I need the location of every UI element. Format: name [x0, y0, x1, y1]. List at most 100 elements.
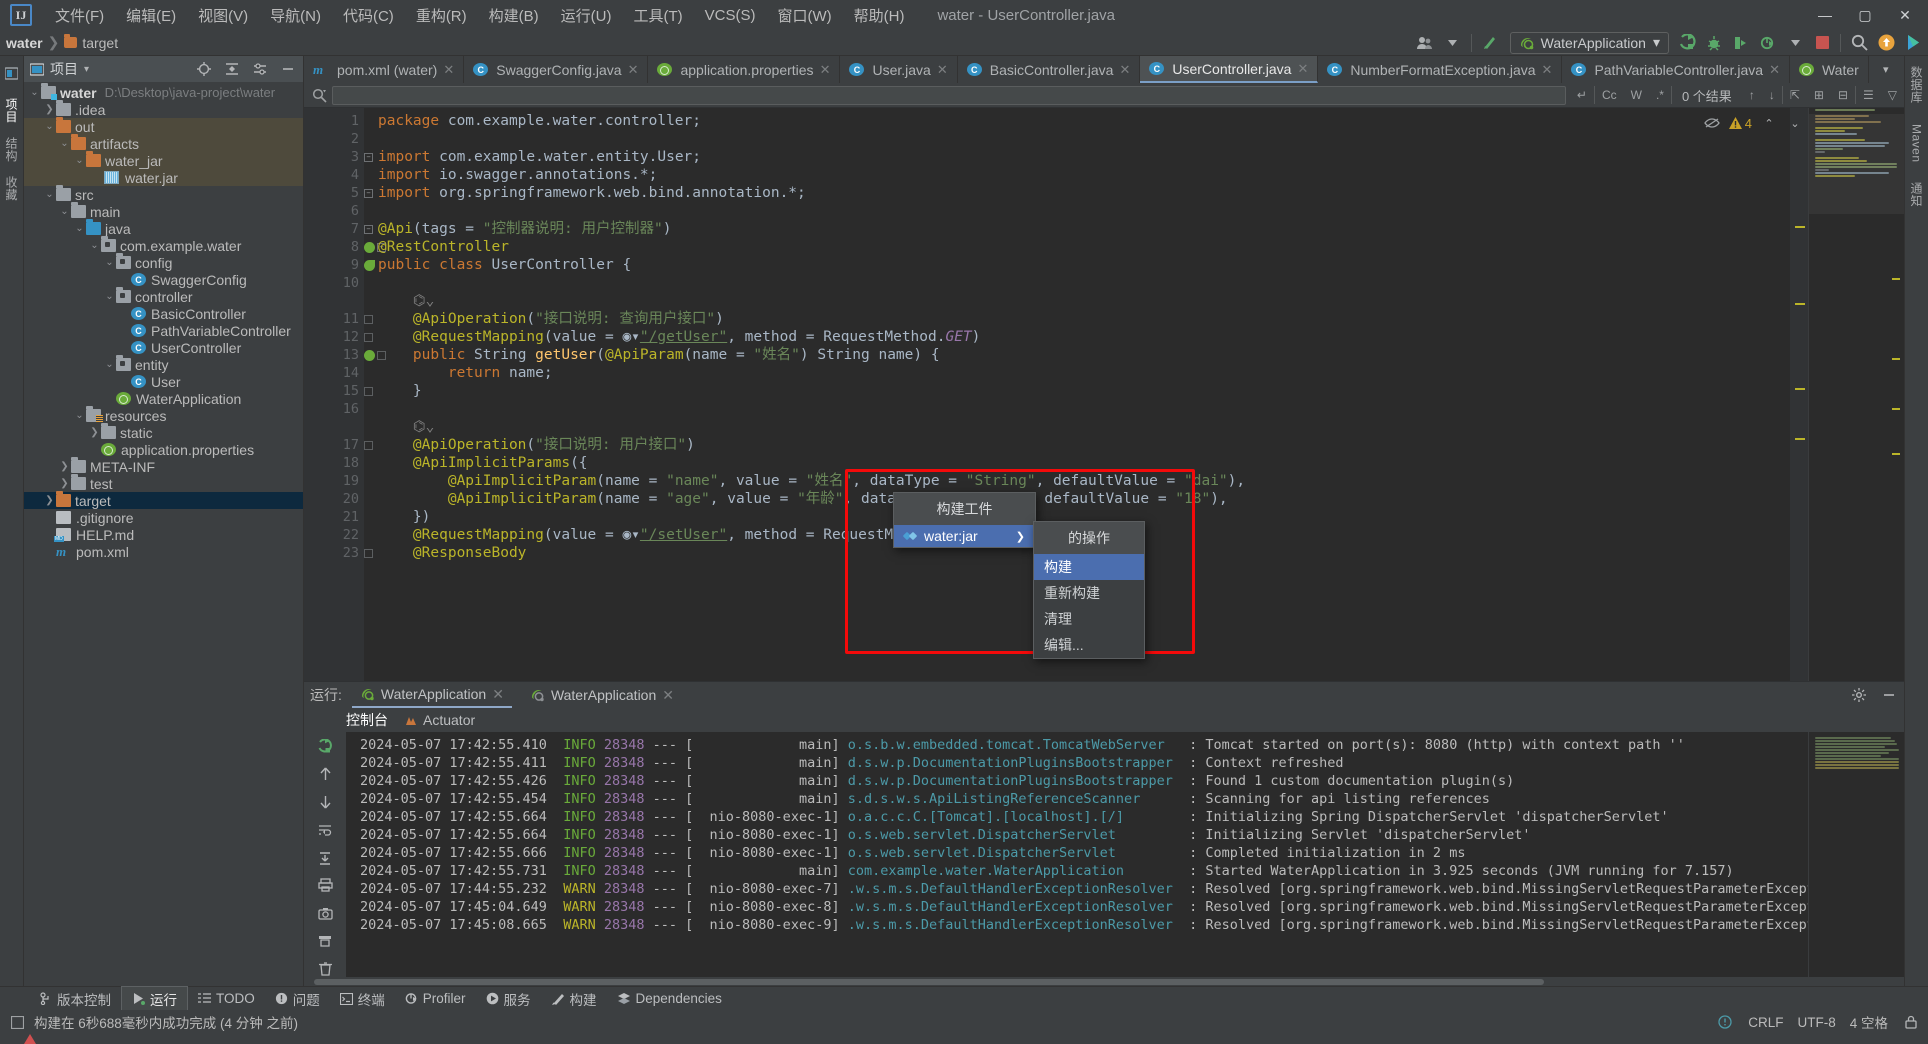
artifact-actions-menu[interactable]: 的操作 构建 重新构建 清理 编辑... [1033, 521, 1145, 659]
breadcrumb-project[interactable]: water [6, 35, 43, 51]
lock-icon[interactable] [1902, 1011, 1920, 1033]
run-tab-1-close-icon[interactable]: ✕ [662, 687, 674, 704]
tree-node[interactable]: CUserController [24, 339, 303, 356]
chevron-down-icon[interactable]: ⌄ [103, 291, 116, 302]
gutter-line[interactable]: 19 [304, 472, 364, 490]
gutter-line[interactable] [304, 292, 364, 310]
tabs-overflow-icon[interactable]: ▾ [1877, 59, 1895, 81]
gutter-line[interactable]: 3− [304, 148, 364, 166]
maximize-button[interactable]: ▢ [1846, 1, 1884, 29]
inspection-widget[interactable]: 4 ⌃ ⌄ [1703, 112, 1804, 134]
menu-run[interactable]: 运行(U) [550, 1, 623, 30]
breadcrumb-target[interactable]: target [82, 35, 118, 51]
editor-tab-pom-xml-water-[interactable]: mpom.xml (water)✕ [304, 56, 464, 83]
editor-tab-user-java[interactable]: CUser.java✕ [840, 56, 957, 83]
code-line[interactable]: @RequestMapping(value = ◉▾"/getUser", me… [364, 328, 1790, 346]
editor-tab-water[interactable]: Water [1790, 56, 1869, 83]
tree-node[interactable]: ⌄waterD:\Desktop\java-project\water [24, 84, 303, 101]
right-strip-tab-notifications[interactable]: 通知 [1908, 182, 1925, 207]
find-preview-icon[interactable]: ⊟ [1831, 88, 1855, 102]
chevron-down-icon[interactable]: ⌄ [73, 410, 86, 421]
chevron-down-icon[interactable]: ⌄ [28, 87, 41, 98]
tree-node[interactable]: CUser [24, 373, 303, 390]
gutter-line[interactable]: 8− [304, 238, 364, 256]
run-config-caret-icon[interactable]: ▾ [1653, 34, 1660, 51]
chevron-down-icon[interactable]: ⌄ [73, 223, 86, 234]
code-line[interactable] [364, 274, 1790, 292]
find-open-in-find-window-icon[interactable]: ⊞ [1807, 88, 1831, 102]
build-status-icon[interactable] [8, 1011, 26, 1033]
sub-tab-actuator[interactable]: Actuator [404, 712, 475, 728]
project-panel-caret-icon[interactable]: ▾ [84, 64, 89, 75]
gutter-line[interactable]: 11 [304, 310, 364, 328]
ide-assistant-icon[interactable] [1904, 32, 1922, 54]
scroll-to-end-icon[interactable] [316, 849, 334, 866]
search-icon[interactable] [310, 84, 328, 106]
editor-tab-close-icon[interactable]: ✕ [937, 62, 948, 78]
gutter-line[interactable]: 6 [304, 202, 364, 220]
menu-item-edit[interactable]: 编辑... [1034, 632, 1144, 658]
tree-node[interactable]: ❯target [24, 492, 303, 509]
editor-tab-close-icon[interactable]: ✕ [1119, 62, 1130, 78]
editor-tab-pathvariablecontroller-java[interactable]: CPathVariableController.java✕ [1562, 56, 1790, 83]
chevron-down-icon[interactable]: ⌄ [103, 359, 116, 370]
menu-item-clean[interactable]: 清理 [1034, 606, 1144, 632]
bottom-tab--[interactable]: 运行 [121, 986, 188, 1012]
encoding-indicator[interactable]: UTF-8 [1797, 1015, 1835, 1030]
warning-count-badge[interactable]: 4 [1729, 116, 1752, 131]
tree-node[interactable]: ⌄resources [24, 407, 303, 424]
find-regex-button[interactable]: .* [1649, 88, 1671, 102]
chevron-down-icon[interactable]: ⌄ [88, 240, 101, 251]
code-line[interactable]: package com.example.water.controller; [364, 112, 1790, 130]
find-input[interactable] [332, 86, 1566, 105]
project-tree[interactable]: ⌄waterD:\Desktop\java-project\water❯.ide… [24, 82, 303, 986]
run-configuration-selector[interactable]: WaterApplication ▾ [1510, 32, 1669, 54]
code-line[interactable]: import io.swagger.annotations.*; [364, 166, 1790, 184]
scroll-down-icon[interactable] [316, 794, 334, 811]
menu-file[interactable]: 文件(F) [44, 1, 115, 30]
notification-icon[interactable] [1716, 1011, 1734, 1033]
code-line[interactable]: ⌬⌄ [364, 418, 1790, 436]
tree-node[interactable]: HELP.md [24, 526, 303, 543]
code-line[interactable] [364, 202, 1790, 220]
tree-node[interactable]: CBasicController [24, 305, 303, 322]
tree-node[interactable]: ❯.idea [24, 101, 303, 118]
editor-tab-close-icon[interactable]: ✕ [1769, 62, 1780, 78]
tree-node[interactable]: .gitignore [24, 509, 303, 526]
eye-off-icon[interactable] [1703, 112, 1721, 134]
menu-navigate[interactable]: 导航(N) [259, 1, 332, 30]
error-stripe-markers[interactable] [1790, 108, 1808, 681]
chevron-down-icon[interactable]: ⌄ [58, 138, 71, 149]
gutter-line[interactable]: 23 [304, 544, 364, 562]
bottom-tab-todo[interactable]: TODO [188, 989, 265, 1008]
editor-tab-application-properties[interactable]: application.properties✕ [648, 56, 840, 83]
settings-icon-run[interactable] [1850, 684, 1868, 706]
code-line[interactable]: import org.springframework.web.bind.anno… [364, 184, 1790, 202]
collapse-all-icon[interactable] [223, 58, 241, 80]
tree-node[interactable]: ⌄water_jar [24, 152, 303, 169]
run-tab-0[interactable]: WaterApplication ✕ [352, 683, 512, 708]
editor-tab-swaggerconfig-java[interactable]: CSwaggerConfig.java✕ [464, 56, 648, 83]
tree-node[interactable]: ⌄java [24, 220, 303, 237]
code-line[interactable]: public String getUser(@ApiParam(name = "… [364, 346, 1790, 364]
gutter-line[interactable]: 17 [304, 436, 364, 454]
chevron-down-icon[interactable]: ⌄ [58, 206, 71, 217]
print-icon[interactable] [316, 877, 334, 894]
editor-tab-close-icon[interactable]: ✕ [1542, 62, 1553, 78]
code-minimap[interactable] [1808, 108, 1904, 681]
find-words-button[interactable]: W [1624, 88, 1649, 102]
find-prev-icon[interactable]: ↑ [1742, 88, 1762, 102]
code-line[interactable]: ⌬⌄ [364, 292, 1790, 310]
tree-node[interactable]: WaterApplication [24, 390, 303, 407]
trash-icon[interactable] [316, 960, 334, 977]
gutter-line[interactable]: 4 [304, 166, 364, 184]
gutter-line[interactable]: 15 [304, 382, 364, 400]
editor-tab-close-icon[interactable]: ✕ [628, 62, 639, 78]
code-line[interactable] [364, 130, 1790, 148]
scroll-up-icon[interactable] [316, 766, 334, 783]
gutter-line[interactable]: 9 [304, 256, 364, 274]
debug-icon[interactable] [1705, 32, 1723, 54]
code-line[interactable]: public class UserController { [364, 256, 1790, 274]
gutter-line[interactable]: 5− [304, 184, 364, 202]
bottom-tab--[interactable]: 问题 [265, 987, 330, 1011]
